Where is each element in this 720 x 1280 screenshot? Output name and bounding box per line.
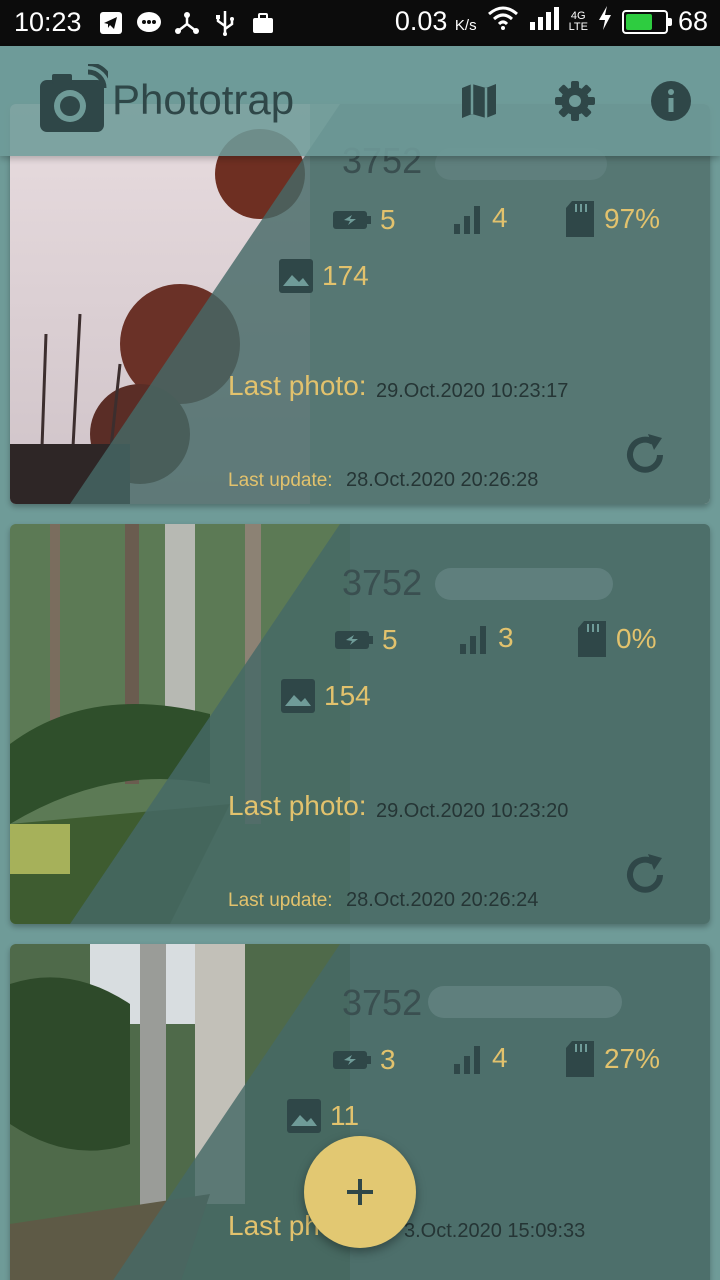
signal-stat: 3	[458, 622, 514, 654]
battery-value: 5	[382, 624, 398, 655]
signal-value: 3	[498, 622, 514, 653]
last-photo-label: Last photo:	[228, 370, 367, 401]
last-update-value: 28.Oct.2020 20:26:24	[346, 889, 539, 911]
sd-card-icon	[578, 621, 606, 657]
wifi-icon	[487, 5, 519, 38]
photos-stat: 11	[286, 1098, 359, 1134]
battery-fill	[625, 13, 652, 30]
image-icon	[287, 1099, 321, 1133]
last-photo-value: 29.Oct.2020 10:23:20	[376, 800, 569, 822]
last-photo-value: 29.Oct.2020 10:23:17	[376, 380, 569, 402]
storage-value: 97%	[604, 203, 661, 234]
chat-icon	[136, 10, 162, 36]
photos-stat: 154	[280, 678, 371, 714]
photos-value: 154	[324, 680, 371, 711]
camera-serial: 3752	[342, 562, 423, 603]
telegram-icon	[98, 10, 124, 36]
briefcase-icon	[250, 10, 276, 36]
battery-stat: 3	[332, 1044, 396, 1076]
signal-icon	[460, 626, 486, 654]
net-speed: 0.03 K/s	[394, 6, 477, 36]
add-camera-button[interactable]	[304, 1136, 416, 1248]
battery-level-icon	[333, 211, 371, 229]
map-icon[interactable]	[458, 80, 500, 122]
usb-icon	[212, 10, 238, 36]
refresh-icon[interactable]	[620, 850, 670, 900]
sd-card-icon	[566, 1041, 594, 1077]
charging-icon	[598, 6, 612, 37]
last-update-label: Last update:	[228, 470, 333, 491]
storage-stat: 97%	[564, 200, 660, 238]
settings-icon[interactable]	[554, 80, 596, 122]
storage-stat: 27%	[564, 1040, 660, 1078]
sd-card-icon	[566, 201, 594, 237]
share-icon	[174, 10, 200, 36]
signal-icon	[454, 206, 480, 234]
photos-value: 11	[330, 1100, 360, 1131]
last-photo-label: Last photo:	[228, 790, 367, 821]
status-bar: 10:23 0.03 K/s 4G LTE 68	[0, 0, 720, 46]
camera-serial: 3752	[342, 982, 423, 1023]
storage-value: 27%	[604, 1043, 661, 1074]
battery-value: 5	[380, 204, 396, 235]
battery-percent: 68	[677, 6, 708, 36]
battery-icon	[621, 9, 672, 34]
storage-stat: 0%	[576, 620, 656, 658]
signal-value: 4	[492, 1042, 508, 1073]
serial-mask	[435, 568, 613, 600]
cell-signal-icon	[529, 6, 559, 37]
image-icon	[281, 679, 315, 713]
photos-stat: 174	[278, 258, 369, 294]
status-right: 0.03 K/s 4G LTE 68	[395, 5, 708, 38]
status-time: 10:23	[14, 7, 82, 37]
lte-icon: 4G LTE	[568, 9, 588, 33]
notification-icons	[98, 10, 276, 36]
camera-card[interactable]: 3752 5 4 97% 174 Last photo: 29.Oct.2020…	[10, 104, 710, 504]
image-icon	[279, 259, 313, 293]
refresh-icon[interactable]	[620, 430, 670, 480]
photos-value: 174	[322, 260, 369, 291]
app-bar: Phototrap	[0, 46, 720, 156]
camera-logo-icon	[40, 64, 108, 132]
battery-level-icon	[335, 631, 373, 649]
signal-stat: 4	[452, 202, 508, 234]
battery-value: 3	[380, 1044, 396, 1075]
camera-card[interactable]: 3752 5 3 0% 154 Last photo: 29.Oct.2020 …	[10, 524, 710, 924]
last-photo-label: Last ph	[228, 1210, 320, 1241]
signal-icon	[454, 1046, 480, 1074]
last-update-value: 28.Oct.2020 20:26:28	[346, 469, 539, 491]
app-title: Phototrap	[112, 76, 295, 123]
storage-value: 0%	[616, 623, 657, 654]
info-icon[interactable]	[650, 80, 692, 122]
battery-level-icon	[333, 1051, 371, 1069]
plus-icon	[347, 1179, 373, 1205]
battery-stat: 5	[334, 624, 398, 656]
signal-stat: 4	[452, 1042, 508, 1074]
last-photo-value: 3.Oct.2020 15:09:33	[404, 1220, 586, 1242]
battery-stat: 5	[332, 204, 396, 236]
serial-mask	[428, 986, 622, 1018]
last-update-label: Last update:	[228, 890, 333, 911]
signal-value: 4	[492, 202, 508, 233]
